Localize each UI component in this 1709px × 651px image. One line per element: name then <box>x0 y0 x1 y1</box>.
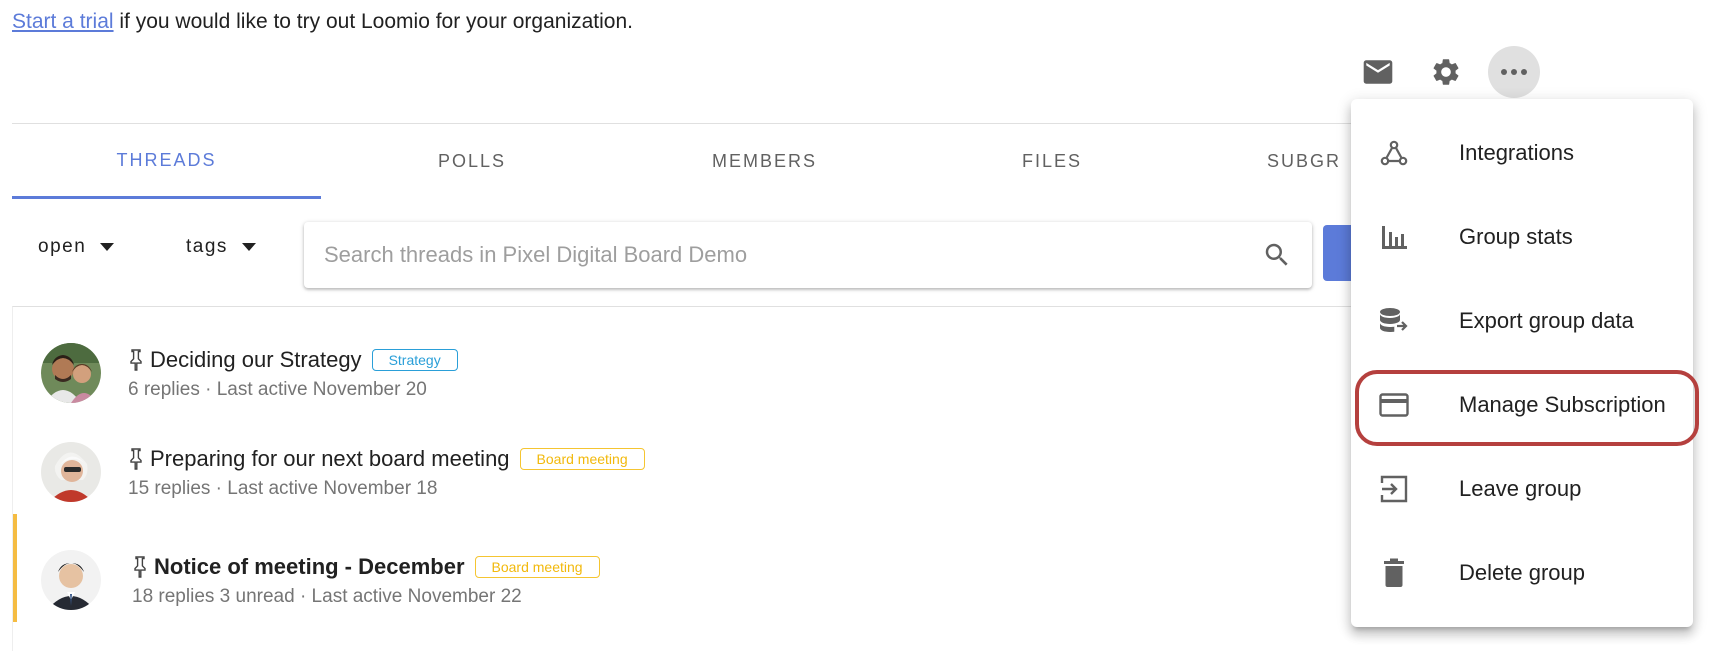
more-horizontal-icon <box>1501 69 1527 75</box>
avatar <box>41 550 101 610</box>
menu-item-export-group-data[interactable]: Export group data <box>1351 279 1693 363</box>
menu-item-label: Integrations <box>1459 140 1574 165</box>
thread-meta: 18 replies 3 unread · Last active Novemb… <box>132 586 522 607</box>
search-input[interactable] <box>324 242 1262 268</box>
more-actions-button[interactable] <box>1488 46 1540 98</box>
thread-tag[interactable]: Strategy <box>371 349 458 371</box>
exit-icon <box>1377 472 1411 506</box>
avatar <box>41 442 101 502</box>
pin-icon <box>130 349 142 371</box>
pin-icon <box>130 448 142 470</box>
trial-banner: Start a trial if you would like to try o… <box>12 10 633 34</box>
group-tabs: THREADS POLLS MEMBERS FILES SUBGR <box>12 123 1512 199</box>
menu-item-integrations[interactable]: Integrations <box>1351 111 1693 195</box>
thread-title-row: Notice of meeting - December Board meeti… <box>132 554 600 580</box>
email-icon <box>1363 60 1393 84</box>
menu-item-delete-group[interactable]: Delete group <box>1351 531 1693 615</box>
search-icon[interactable] <box>1262 240 1292 270</box>
database-export-icon <box>1377 304 1411 338</box>
tags-filter-dropdown[interactable]: tags <box>186 236 256 258</box>
menu-item-label: Delete group <box>1459 560 1585 585</box>
thread-row[interactable]: Notice of meeting - December Board meeti… <box>13 514 1513 622</box>
start-trial-link[interactable]: Start a trial <box>12 10 114 33</box>
thread-row[interactable]: Deciding our Strategy Strategy 6 replies… <box>13 307 1513 415</box>
settings-button[interactable] <box>1420 46 1472 98</box>
trash-icon <box>1377 556 1411 590</box>
caret-down-icon <box>241 243 256 251</box>
tab-threads[interactable]: THREADS <box>12 124 321 199</box>
menu-item-label: Manage Subscription <box>1459 392 1666 417</box>
caret-down-icon <box>100 243 115 251</box>
thread-filters: open tags <box>12 222 1512 288</box>
avatar <box>41 343 101 403</box>
thread-title-row: Deciding our Strategy Strategy <box>128 347 458 373</box>
status-filter-label: open <box>38 236 87 257</box>
menu-item-leave-group[interactable]: Leave group <box>1351 447 1693 531</box>
menu-item-label: Leave group <box>1459 476 1582 501</box>
tab-members[interactable]: MEMBERS <box>642 124 887 199</box>
gear-icon <box>1433 59 1459 85</box>
thread-meta: 6 replies · Last active November 20 <box>128 379 427 400</box>
pin-icon <box>134 556 146 578</box>
thread-meta: 15 replies · Last active November 18 <box>128 478 438 499</box>
thread-title-row: Preparing for our next board meeting Boa… <box>128 446 645 472</box>
thread-title[interactable]: Deciding our Strategy <box>150 347 362 373</box>
status-filter-dropdown[interactable]: open <box>38 236 115 258</box>
webhook-icon <box>1377 136 1411 170</box>
menu-item-label: Group stats <box>1459 224 1573 249</box>
thread-row[interactable]: Preparing for our next board meeting Boa… <box>13 406 1513 514</box>
thread-search <box>304 222 1312 288</box>
thread-tag[interactable]: Board meeting <box>519 448 645 470</box>
trial-banner-text: if you would like to try out Loomio for … <box>113 10 633 33</box>
group-actions <box>1352 46 1540 98</box>
tab-files[interactable]: FILES <box>937 124 1167 199</box>
email-button[interactable] <box>1352 46 1404 98</box>
credit-card-icon <box>1377 388 1411 422</box>
thread-list: Deciding our Strategy Strategy 6 replies… <box>12 306 1512 651</box>
group-actions-menu: Integrations Group stats Export group da… <box>1351 99 1693 627</box>
thread-title[interactable]: Preparing for our next board meeting <box>150 446 510 472</box>
tags-filter-label: tags <box>186 236 228 257</box>
thread-tag[interactable]: Board meeting <box>474 556 600 578</box>
menu-item-label: Export group data <box>1459 308 1634 333</box>
tab-polls[interactable]: POLLS <box>352 124 592 199</box>
thread-title[interactable]: Notice of meeting - December <box>154 554 465 580</box>
menu-item-manage-subscription[interactable]: Manage Subscription <box>1351 363 1693 447</box>
bar-chart-icon <box>1377 220 1411 254</box>
menu-item-group-stats[interactable]: Group stats <box>1351 195 1693 279</box>
